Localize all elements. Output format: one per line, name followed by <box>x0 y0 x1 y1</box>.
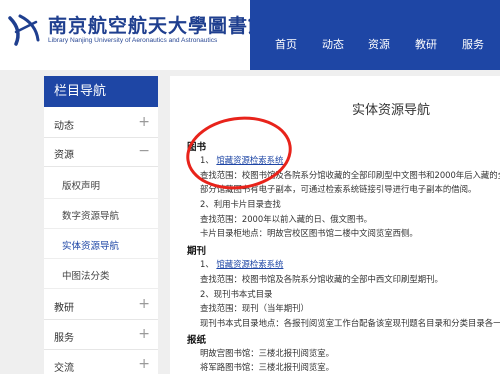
sidebar: 栏目导航 动态 + 资源 − 版权声明 数字资源导航 实体资源导航 中图法分类 … <box>44 76 158 374</box>
expand-icon[interactable]: + <box>138 296 150 312</box>
sidebar-subitem-label: 版权声明 <box>62 181 101 192</box>
nav-teaching[interactable]: 教研 <box>415 36 437 52</box>
periodicals-current-scope-text: 查找范围：现刊（当年期刊） <box>200 303 309 313</box>
sidebar-subitem-physical-resources[interactable]: 实体资源导航 <box>44 230 158 259</box>
expand-icon[interactable]: + <box>138 356 150 372</box>
sidebar-item-label: 资源 <box>54 150 74 161</box>
sidebar-item-label: 动态 <box>54 121 74 132</box>
books-ebook-text: 部分馆藏图书有电子副本，可通过检索系统链接引导进行电子副本的借阅。 <box>200 184 477 194</box>
sidebar-subitem-digital-resources[interactable]: 数字资源导航 <box>44 200 158 229</box>
sidebar-subitem-classification[interactable]: 中图法分类 <box>44 260 158 289</box>
newspapers-location-1: 明故宫图书馆：三楼北报刊阅览室。 <box>200 348 334 358</box>
periodicals-item-2: 2、现刊书本式目录 <box>200 289 273 299</box>
expand-icon[interactable]: + <box>138 326 150 342</box>
books-card-scope-text: 查找范围：2000年以前入藏的日、俄文图书。 <box>200 214 373 224</box>
site-header: 南京航空航天大學圖書館 Library Nanjing University o… <box>0 0 500 70</box>
newspapers-location-2: 将军路图书馆：三楼北报刊阅览室。 <box>200 362 334 372</box>
sidebar-item-label: 交流 <box>54 363 74 374</box>
nav-home[interactable]: 首页 <box>275 36 297 52</box>
books-card-location-text: 卡片目录柜地点：明故宫校区图书馆二楼中文阅览室西侧。 <box>200 228 418 238</box>
sidebar-item-resources[interactable]: 资源 − <box>44 139 158 167</box>
nav-services[interactable]: 服务 <box>462 36 484 52</box>
catalog-search-link[interactable]: 馆藏资源检索系统 <box>216 155 283 165</box>
main-content: 实体资源导航 图书 1、 馆藏资源检索系统 查找范围：校图书馆及各院系分馆收藏的… <box>170 76 500 374</box>
library-logo-icon[interactable] <box>6 12 42 48</box>
sidebar-item-teaching[interactable]: 教研 + <box>44 292 158 320</box>
nav-resources[interactable]: 资源 <box>368 36 390 52</box>
section-heading-newspapers: 报纸 <box>187 335 207 346</box>
sidebar-item-news[interactable]: 动态 + <box>44 110 158 138</box>
sidebar-subitem-label: 数字资源导航 <box>62 211 120 222</box>
sidebar-item-label: 教研 <box>54 303 74 314</box>
main-nav: 首页 动态 资源 教研 服务 <box>250 0 500 70</box>
nav-news[interactable]: 动态 <box>322 36 344 52</box>
item-number: 1、 <box>200 259 214 269</box>
sidebar-title: 栏目导航 <box>44 76 158 107</box>
periodicals-item-1: 1、 馆藏资源检索系统 <box>200 258 283 270</box>
periodicals-scope-text: 查找范围：校图书馆及各院系分馆收藏的全部中西文印刷型期刊。 <box>200 274 443 284</box>
sidebar-item-services[interactable]: 服务 + <box>44 322 158 350</box>
expand-icon[interactable]: + <box>138 114 150 130</box>
library-name[interactable]: 南京航空航天大學圖書館 <box>48 11 268 38</box>
section-heading-books: 图书 <box>187 142 207 153</box>
periodicals-catalog-location-text: 现刊书本式目录地点：各报刊阅览室工作台配备该室现刊题名目录和分类目录各一份。 <box>200 318 500 328</box>
section-heading-periodicals: 期刊 <box>187 246 207 257</box>
sidebar-subitem-label: 中图法分类 <box>62 271 110 282</box>
books-item-1: 1、 馆藏资源检索系统 <box>200 154 283 166</box>
collapse-icon[interactable]: − <box>138 143 150 159</box>
sidebar-item-exchange[interactable]: 交流 + <box>44 352 158 374</box>
item-number: 1、 <box>200 155 214 165</box>
books-scope-text: 查找范围：校图书馆及各院系分馆收藏的全部印刷型中文图书和2000年后入藏的全部印… <box>200 170 500 180</box>
page-title: 实体资源导航 <box>352 103 431 118</box>
library-name-english: Library Nanjing University of Aeronautic… <box>48 37 218 44</box>
sidebar-item-label: 服务 <box>54 333 74 344</box>
sidebar-subitem-copyright[interactable]: 版权声明 <box>44 170 158 199</box>
sidebar-subitem-label: 实体资源导航 <box>62 241 120 252</box>
catalog-search-link[interactable]: 馆藏资源检索系统 <box>216 259 283 269</box>
books-item-2: 2、利用卡片目录查找 <box>200 199 281 209</box>
